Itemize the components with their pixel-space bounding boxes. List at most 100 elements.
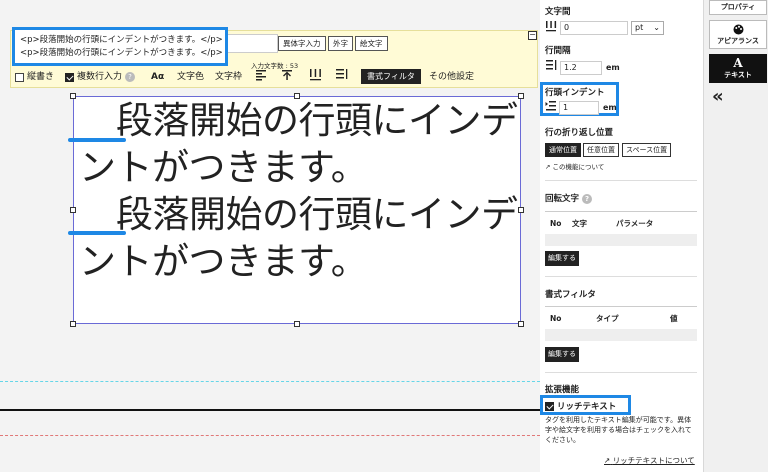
resize-handle[interactable] [518, 93, 524, 99]
line-spacing-input[interactable]: 1.2 [560, 61, 602, 75]
resize-handle[interactable] [70, 321, 76, 327]
letter-spacing-unit-select[interactable]: pt ⌄ [631, 21, 664, 35]
divider [545, 372, 697, 373]
indent-input[interactable]: 1 [559, 101, 599, 115]
help-icon[interactable]: ? [581, 194, 592, 204]
paragraph: 段落開始の行頭にインデントがつきます。 [79, 99, 518, 189]
valign-top-icon[interactable] [281, 69, 293, 81]
external-link-icon: ↗ [545, 163, 551, 171]
rich-text-toggle[interactable]: リッチテキスト [545, 400, 616, 412]
variant-char-button[interactable]: 異体字入力 [278, 36, 326, 51]
resize-handle[interactable] [70, 207, 76, 213]
rich-text-label: リッチテキスト [557, 402, 617, 412]
collapse-panel-icon[interactable]: « [712, 88, 724, 106]
table-header: No 文字 パラメータ [545, 212, 697, 234]
appearance-label: アピアランス [717, 37, 759, 45]
font-button[interactable]: Aα [151, 71, 164, 83]
letter-spacing-icon[interactable] [309, 68, 322, 81]
align-left-icon[interactable] [255, 69, 267, 81]
indent-icon [545, 101, 556, 111]
resize-handle[interactable] [518, 207, 524, 213]
table-header-cell: No [550, 313, 562, 323]
resize-handle[interactable] [294, 321, 300, 327]
wrap-help-link-text: この機能について [552, 163, 605, 171]
text-content: 段落開始の行頭にインデントがつきます。 段落開始の行頭にインデントがつきます。 [79, 97, 519, 285]
collapse-toolbar-button[interactable]: − [528, 31, 537, 40]
text-color-button[interactable]: 文字色 [177, 71, 204, 83]
divider [545, 276, 697, 277]
rich-text-help-link[interactable]: ↗ リッチテキストについて [604, 455, 695, 466]
table-header-cell: No [550, 218, 562, 228]
format-filter-title: 書式フィルタ [545, 290, 596, 300]
line-spacing-icon[interactable] [335, 68, 348, 81]
multiline-toggle[interactable]: 複数行入力 ? [65, 71, 136, 83]
resize-handle[interactable] [294, 93, 300, 99]
table-header: No タイプ 値 [545, 307, 697, 329]
line-spacing-unit: em [606, 63, 620, 72]
html-line: <p>段落開始の行頭にインデントがつきます。</p> [20, 48, 223, 58]
external-link-icon: ↗ [604, 456, 611, 465]
wrap-help-link[interactable]: ↗ この機能について [545, 161, 604, 171]
rotation-title-text: 回転文字 [545, 194, 580, 204]
format-filter-table: No タイプ 値 [545, 306, 697, 341]
format-filter-edit-button[interactable]: 編集する [545, 347, 579, 362]
table-header-cell: 値 [670, 313, 678, 323]
table-header-cell: パラメータ [616, 218, 654, 228]
property-tab[interactable]: プロパティ [709, 0, 767, 15]
unit-value: pt [635, 23, 644, 32]
emoji-button[interactable]: 絵文字 [355, 36, 388, 51]
vertical-writing-toggle[interactable]: 縦書き [15, 71, 54, 83]
text-box[interactable]: 段落開始の行頭にインデントがつきます。 段落開始の行頭にインデントがつきます。 [73, 96, 521, 324]
text-tab-label: テキスト [724, 71, 752, 79]
rotation-table: No 文字 パラメータ [545, 211, 697, 246]
checkbox-unchecked-icon[interactable] [15, 72, 24, 82]
indent-marker [68, 138, 126, 142]
resize-handle[interactable] [518, 321, 524, 327]
wrap-normal-button[interactable]: 通常位置 [545, 143, 581, 157]
help-icon[interactable]: ? [125, 72, 136, 82]
indent-unit: em [603, 103, 617, 112]
wrap-custom-button[interactable]: 任意位置 [583, 143, 619, 157]
wrap-title: 行の折り返し位置 [545, 128, 614, 138]
format-filter-button[interactable]: 書式フィルタ [361, 69, 421, 84]
divider [545, 180, 697, 181]
text-frame-button[interactable]: 文字枠 [215, 71, 242, 83]
letter-spacing-icon [546, 21, 557, 32]
text-frame-label: 文字枠 [215, 72, 243, 82]
html-source-input[interactable]: <p>段落開始の行頭にインデントがつきます。</p> <p>段落開始の行頭にイン… [12, 27, 228, 66]
indent-title: 行頭インデント [545, 88, 605, 98]
paragraph: 段落開始の行頭にインデントがつきます。 [79, 193, 518, 283]
wrap-space-button[interactable]: スペース位置 [622, 143, 672, 157]
text-color-label: 文字色 [177, 72, 205, 82]
multiline-label: 複数行入力 [77, 72, 123, 82]
guide-line-black [0, 409, 540, 411]
html-source-input-extension[interactable] [228, 34, 278, 53]
letter-spacing-input[interactable]: 0 [560, 21, 628, 35]
vertical-writing-label: 縦書き [27, 72, 55, 82]
text-property-panel: 文字間 0 pt ⌄ 行間隔 1.2 em 行頭インデント 1 em 行の折り返… [540, 0, 703, 472]
table-header-cell: タイプ [596, 313, 619, 323]
rotation-title: 回転文字 ? [545, 192, 592, 204]
rotation-edit-button[interactable]: 編集する [545, 251, 579, 266]
indent-marker [68, 231, 126, 235]
external-char-button[interactable]: 外字 [328, 36, 353, 51]
palette-icon [733, 24, 743, 35]
guide-line-red [0, 435, 540, 436]
other-settings-button[interactable]: その他設定 [429, 71, 474, 83]
line-spacing-icon [546, 60, 557, 70]
text-icon: A [733, 56, 743, 70]
line-spacing-title: 行間隔 [545, 46, 571, 56]
checkbox-checked-icon[interactable] [545, 401, 554, 411]
canvas-area: <p>段落開始の行頭にインデントがつきます。</p> <p>段落開始の行頭にイン… [0, 0, 540, 472]
text-tab[interactable]: A テキスト [709, 54, 767, 83]
rich-text-help-link-text: リッチテキストについて [612, 456, 695, 465]
html-line: <p>段落開始の行頭にインデントがつきます。</p> [20, 35, 223, 45]
rich-text-description: タグを利用したテキスト編集が可能です。異体字や絵文字を利用する場合はチェックを入… [545, 416, 692, 444]
extension-title: 拡張機能 [545, 385, 580, 395]
checkbox-checked-icon[interactable] [65, 72, 74, 82]
appearance-tab[interactable]: アピアランス [709, 20, 767, 49]
table-row [545, 329, 697, 341]
resize-handle[interactable] [70, 93, 76, 99]
font-icon: Aα [151, 72, 165, 82]
table-header-cell: 文字 [572, 218, 587, 228]
